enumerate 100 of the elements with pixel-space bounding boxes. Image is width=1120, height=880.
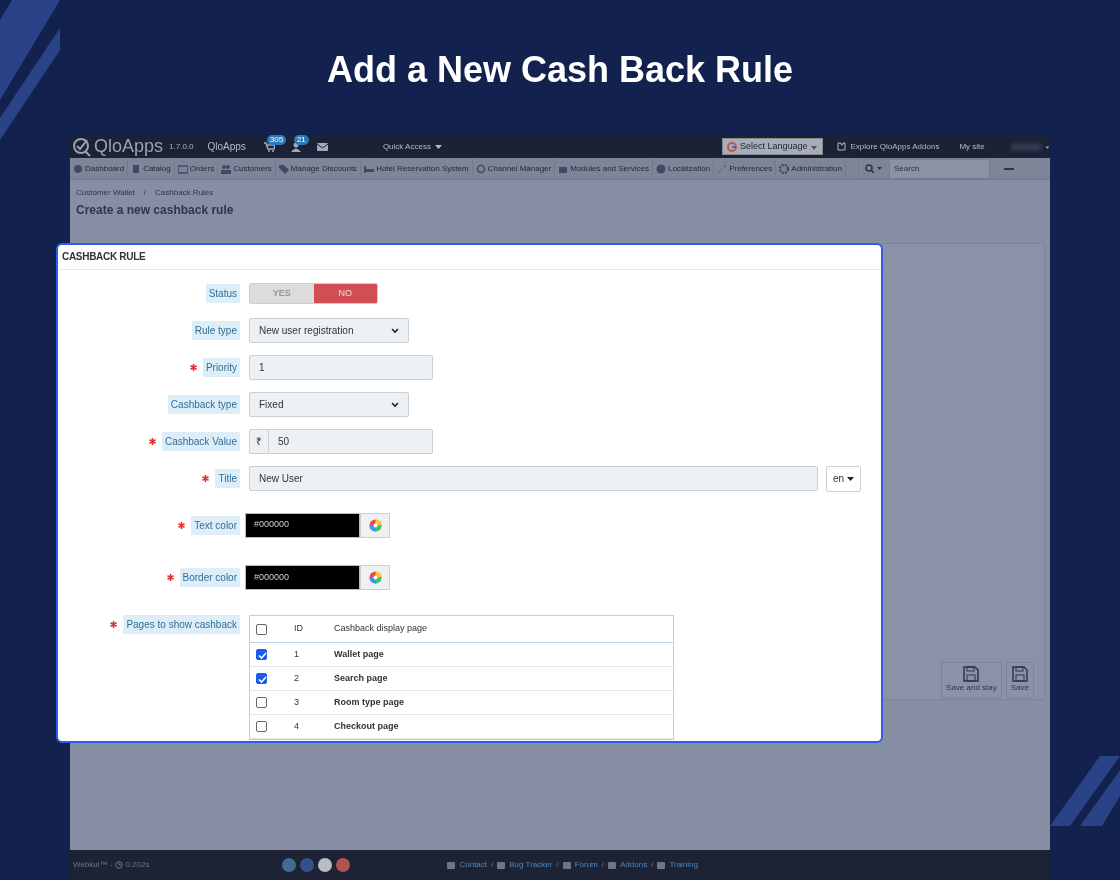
table-cell: 4 [294, 720, 299, 731]
column-header: ID [294, 623, 303, 634]
menu-item[interactable]: Localization [652, 157, 715, 180]
caret-icon [847, 475, 855, 482]
logo-text: QloApps [94, 135, 164, 158]
link-icon [657, 861, 666, 869]
color-wheel-icon [368, 518, 382, 532]
page-heading: Add a New Cash Back Rule [326, 48, 794, 92]
g-logo-icon [726, 141, 737, 152]
menu-icon [73, 163, 83, 174]
menu-item[interactable]: Preferences [714, 157, 777, 180]
field-label: Border color [179, 568, 240, 587]
menu-icon [278, 163, 289, 174]
footer-link[interactable]: Forum [574, 859, 598, 871]
table-cell: 1 [294, 648, 299, 659]
toggle-option[interactable]: NO [313, 284, 377, 303]
menu-icon [221, 163, 232, 174]
social-icon[interactable] [318, 858, 333, 872]
mail-icon [316, 142, 328, 151]
table-cell: 2 [294, 672, 299, 683]
menu-item[interactable]: Hotel Reservation System [361, 157, 473, 180]
footer-link[interactable]: Training [669, 859, 698, 871]
footer-link[interactable]: Addons [620, 859, 648, 871]
language-select[interactable]: Select Language [721, 137, 824, 156]
link-separator: / [491, 859, 494, 871]
card-title: CASHBACK RULE [58, 245, 881, 270]
input-field[interactable]: New User [249, 466, 818, 491]
menu-item[interactable]: Dashboard [70, 157, 129, 180]
language-dropdown[interactable]: en [826, 465, 862, 492]
cart-notification[interactable] [263, 141, 275, 152]
menu-item[interactable]: Channel Manager [472, 157, 556, 180]
row-checkbox[interactable] [256, 649, 267, 660]
row-checkbox[interactable] [256, 673, 267, 684]
menu-item[interactable]: Orders [174, 157, 219, 180]
field-label: Priority [202, 358, 240, 377]
footer-link[interactable]: Contact [459, 859, 488, 871]
load-time: 0.202s [125, 859, 150, 871]
addons-link[interactable]: Explore QloApps Addons [837, 140, 940, 153]
toggle-option[interactable]: YES [250, 284, 314, 303]
link-separator: / [556, 859, 559, 871]
save-button[interactable]: Save and stay [941, 662, 1002, 699]
dropdown-select[interactable]: Fixed [249, 392, 409, 417]
link-separator: / [651, 859, 654, 871]
floppy-icon [963, 666, 980, 683]
menu-icon [475, 163, 486, 174]
link-icon [608, 861, 616, 869]
version-text: 1.7.0.0 [169, 140, 194, 153]
color-wheel-icon [368, 571, 382, 584]
link-separator: / [601, 859, 604, 871]
breadcrumb-link[interactable]: Cashback Rules [155, 187, 214, 199]
breadcrumb-link[interactable]: Customer Wallet [76, 187, 135, 199]
menu-icon [364, 163, 375, 174]
field-label: Text color [191, 515, 240, 535]
column-header: Cashback display page [334, 623, 428, 634]
shop-link[interactable]: QloApps [207, 139, 246, 154]
footer-link[interactable]: Bug Tracker [509, 859, 553, 871]
stripes-decoration [1050, 756, 1120, 826]
table-cell: 3 [294, 696, 299, 707]
menu-icon [779, 163, 790, 174]
table-cell: Search page [334, 672, 388, 683]
table-cell: Room type page [334, 696, 404, 707]
dropdown-select[interactable]: New user registration [249, 318, 409, 343]
color-picker-button[interactable] [360, 512, 390, 538]
color-input[interactable]: #000000 [245, 565, 360, 590]
input-field[interactable]: 50 [269, 429, 433, 454]
save-button[interactable]: Save [1005, 662, 1034, 699]
quick-access-dropdown[interactable]: Quick Access [382, 140, 442, 153]
clock-icon [115, 861, 124, 869]
mail-notification[interactable] [316, 142, 328, 151]
caret-icon [434, 143, 442, 150]
table-cell: Wallet page [334, 648, 384, 659]
menu-icon [655, 163, 666, 174]
table-cell: Checkout page [334, 720, 399, 731]
menu-icon [131, 163, 142, 174]
blurred-name [1010, 143, 1042, 150]
credit-text: Webkul™ - [73, 859, 113, 871]
chevron-icon [391, 327, 399, 334]
breadcrumb-separator: / [143, 187, 147, 199]
link-icon [562, 861, 571, 869]
menu-item[interactable]: Catalog [128, 157, 175, 180]
select-all-checkbox[interactable] [256, 623, 267, 635]
field-label: Title [215, 469, 240, 488]
currency-prefix: ₹ [249, 429, 269, 454]
menu-item[interactable]: Modules and Services [555, 157, 653, 180]
row-checkbox[interactable] [256, 697, 267, 708]
menu-item[interactable]: Customers [218, 157, 276, 180]
input-field[interactable]: 1 [249, 355, 433, 380]
search-field[interactable]: Search [858, 158, 990, 179]
link-icon [497, 861, 506, 869]
color-picker-button[interactable] [360, 565, 390, 590]
floppy-icon [1011, 666, 1028, 683]
menu-icon [177, 163, 188, 174]
color-input[interactable]: #000000 [245, 512, 360, 538]
row-checkbox[interactable] [256, 721, 267, 732]
my-site-link[interactable]: My site [959, 140, 985, 153]
chevron-icon [391, 401, 399, 408]
menu-item[interactable]: Administration [776, 157, 846, 180]
field-label: Cashback Value [161, 432, 240, 451]
cart-icon [263, 141, 275, 152]
menu-item[interactable]: Manage Discounts [275, 157, 362, 180]
